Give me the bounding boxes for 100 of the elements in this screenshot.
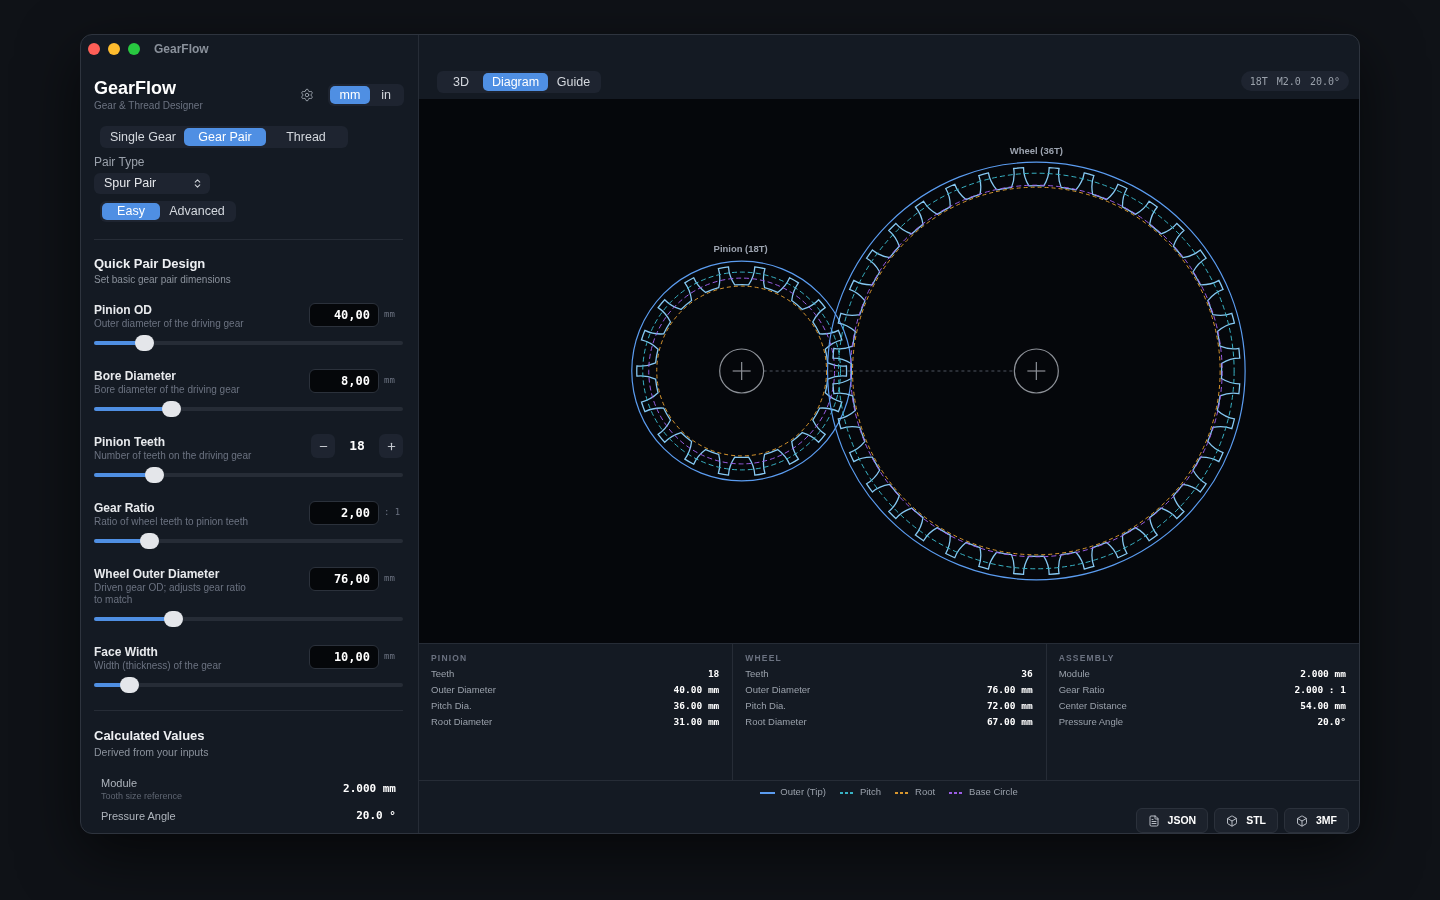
number-input[interactable]: 76,00 [309, 567, 379, 591]
stat-value: 36 [1021, 666, 1033, 681]
stat-value: 67.00 mm [986, 714, 1033, 729]
stat-label: Pitch Dia. [431, 698, 472, 713]
stat-label: Outer Diameter [431, 682, 496, 697]
param-hint: Number of teeth on the driving gear [94, 450, 252, 462]
stat-label: Module [1058, 666, 1090, 681]
param-label: Face Width [94, 644, 159, 660]
increment-button[interactable] [379, 434, 403, 458]
summary-text: 20.0° [1309, 74, 1340, 89]
calculated-label: Module [101, 776, 139, 790]
stat-label: Root Diameter [745, 714, 807, 729]
stat-value: 2.000 : 1 [1294, 682, 1346, 697]
stepper-value: 18 [348, 437, 366, 456]
app-subtitle: Gear & Thread Designer [94, 99, 203, 113]
app-name: GearFlow [94, 77, 178, 99]
unit-label: : 1 [383, 506, 402, 520]
stat-value: 20.0° [1317, 714, 1346, 729]
stat-value: 40.00 mm [673, 682, 720, 697]
stat-value: 54.00 mm [1300, 698, 1346, 713]
calculated-value: 20.0 ° [356, 808, 396, 824]
slider-thumb[interactable] [135, 335, 155, 351]
legend-label: Pitch [859, 785, 881, 800]
stat-label: Root Diameter [431, 714, 493, 729]
slider[interactable] [94, 611, 403, 627]
stat-value: 76.00 mm [986, 682, 1033, 697]
number-input[interactable]: 2,00 [309, 501, 379, 525]
param-label: Bore Diameter [94, 368, 178, 384]
mode-option[interactable]: Advanced [160, 203, 234, 220]
number-input[interactable]: 10,00 [309, 645, 379, 669]
unit-label: mm [383, 374, 396, 388]
minimize-window-icon[interactable] [108, 43, 120, 55]
cube-icon [1226, 814, 1239, 827]
param-hint: Bore diameter of the driving gear [94, 384, 240, 396]
field-label: Pair Type [94, 154, 146, 170]
view-tab[interactable]: Guide [548, 73, 599, 91]
plus-icon [385, 440, 397, 452]
unit-label: mm [383, 572, 396, 586]
stat-label: Pitch Dia. [745, 698, 786, 713]
number-input[interactable]: 8,00 [309, 369, 379, 393]
legend-label: Outer (Tip) [780, 785, 826, 800]
section-subtitle: Set basic gear pair dimensions [94, 273, 232, 287]
param-label: Pinion OD [94, 302, 153, 318]
slider-thumb[interactable] [139, 533, 159, 549]
stats-heading: ASSEMBLY [1058, 652, 1116, 664]
chevron-icon [192, 178, 203, 189]
pair-type-select[interactable]: Spur Pair [94, 173, 210, 194]
stat-label: Gear Ratio [1058, 682, 1105, 697]
window-title: GearFlow [154, 41, 209, 58]
legend-label: Root [915, 785, 936, 800]
param-hint: Ratio of wheel teeth to pinion teeth [94, 516, 248, 528]
stat-value: 31.00 mm [673, 714, 720, 729]
legend-label: Base Circle [969, 785, 1018, 800]
slider[interactable] [94, 467, 403, 483]
section-title: Calculated Values [94, 727, 206, 745]
mode-tab[interactable]: Single Gear [102, 128, 184, 146]
calculated-hint: Tooth size reference [101, 790, 183, 802]
slider[interactable] [94, 401, 403, 417]
number-input[interactable]: 40,00 [309, 303, 379, 327]
param-hint: Outer diameter of the driving gear [94, 318, 244, 330]
export-button[interactable]: 3MF [1284, 808, 1349, 833]
unit-label: mm [383, 308, 396, 322]
stat-label: Center Distance [1058, 698, 1127, 713]
slider-thumb[interactable] [163, 611, 183, 627]
section-title: Quick Pair Design [94, 255, 207, 273]
close-window-icon[interactable] [88, 43, 100, 55]
stat-label: Teeth [745, 666, 769, 681]
param-label: Pinion Teeth [94, 434, 167, 450]
summary-text: 18T [1249, 74, 1268, 89]
param-label: Gear Ratio [94, 500, 156, 516]
stats-heading: PINION [431, 652, 469, 664]
param-hint: Width (thickness) of the gear [94, 660, 222, 672]
cube-icon [1296, 814, 1308, 827]
slider[interactable] [94, 677, 403, 693]
unit-option[interactable]: in [370, 86, 402, 104]
stat-value: 2.000 mm [1300, 666, 1346, 681]
calculated-value: 2.000 mm [343, 780, 396, 797]
slider[interactable] [94, 533, 403, 549]
view-tab[interactable]: 3D [439, 73, 483, 91]
mode-tab[interactable]: Thread [266, 128, 346, 146]
stat-label: Teeth [431, 666, 455, 681]
export-button[interactable]: STL [1214, 808, 1278, 833]
stat-label: Outer Diameter [745, 682, 811, 697]
slider-thumb[interactable] [161, 401, 181, 417]
settings-icon[interactable] [300, 88, 314, 102]
maximize-window-icon[interactable] [128, 43, 140, 55]
slider-thumb[interactable] [144, 467, 164, 483]
export-button[interactable]: JSON [1135, 808, 1209, 833]
gear-label: Wheel (36T) [1009, 145, 1063, 157]
stat-label: Pressure Angle [1058, 714, 1124, 729]
stat-value: 36.00 mm [673, 698, 720, 713]
slider[interactable] [94, 335, 403, 351]
gear-label: Pinion (18T) [713, 243, 768, 255]
summary-text: M2.0 [1276, 74, 1301, 89]
stats-heading: WHEEL [745, 652, 783, 664]
stat-value: 18 [707, 666, 720, 681]
section-subtitle: Derived from your inputs [94, 745, 210, 759]
stat-value: 72.00 mm [986, 698, 1033, 713]
calculated-label: Pressure Angle [101, 809, 176, 824]
slider-thumb[interactable] [119, 677, 139, 693]
